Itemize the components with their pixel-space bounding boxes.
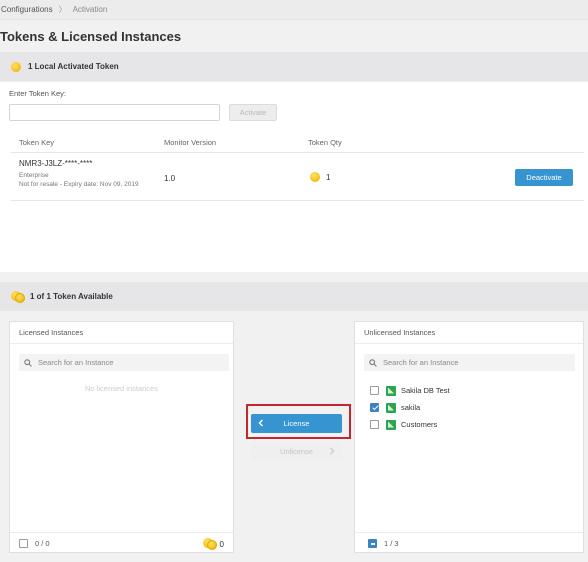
available-token-header: 1 of 1 Token Available <box>0 282 588 311</box>
coin-icon <box>11 61 21 72</box>
unlicensed-instances-title: Unlicensed Instances <box>364 328 436 337</box>
instance-checkbox[interactable] <box>370 420 379 429</box>
instance-name: Customers <box>401 420 438 429</box>
breadcrumb-configurations-link[interactable]: Configurations <box>1 5 53 14</box>
instance-icon <box>386 402 396 413</box>
license-button[interactable]: License <box>251 414 342 433</box>
unlicensed-search-placeholder: Search for an Instance <box>383 358 459 367</box>
select-all-licensed-checkbox[interactable] <box>19 539 28 548</box>
unlicensed-instances-panel: Unlicensed Instances Search for an Insta… <box>354 321 584 553</box>
licensed-search-placeholder: Search for an Instance <box>38 358 114 367</box>
table-divider <box>11 152 584 153</box>
licensed-instances-title: Licensed Instances <box>19 328 84 337</box>
token-qty-value: 1 <box>326 172 331 182</box>
local-token-header-label: 1 Local Activated Token <box>28 62 119 71</box>
local-token-header: 1 Local Activated Token <box>0 52 588 81</box>
coin-icon <box>310 172 320 182</box>
col-monitor-version: Monitor Version <box>164 138 217 147</box>
activate-button[interactable]: Activate <box>229 104 277 121</box>
available-token-header-label: 1 of 1 Token Available <box>30 292 113 301</box>
coins-icon <box>11 290 25 303</box>
chevron-left-icon <box>258 419 263 427</box>
token-section: Enter Token Key: Activate Token Key Moni… <box>0 82 588 272</box>
licensed-instances-panel: Licensed Instances Search for an Instanc… <box>9 321 234 553</box>
unlicense-button[interactable]: Unlicense <box>251 443 342 460</box>
deactivate-button[interactable]: Deactivate <box>515 169 573 186</box>
license-button-label: License <box>283 419 310 428</box>
instance-icon <box>386 385 396 396</box>
search-icon <box>369 358 377 367</box>
breadcrumb: Configurations 〉 Activation <box>0 0 588 20</box>
licensed-search-input[interactable]: Search for an Instance <box>19 354 229 371</box>
select-all-unlicensed-checkbox[interactable] <box>368 539 377 548</box>
enter-token-label: Enter Token Key: <box>9 89 66 98</box>
licensed-footer: 0 / 0 <box>19 539 50 548</box>
divider <box>355 343 583 344</box>
token-edition: Enterprise <box>19 172 49 179</box>
page-title: Tokens & Licensed Instances <box>0 29 182 44</box>
divider <box>10 343 233 344</box>
unlicensed-search-input[interactable]: Search for an Instance <box>364 354 575 371</box>
unlicensed-selected-count: 1 / 3 <box>384 539 399 548</box>
licensed-selected-count: 0 / 0 <box>35 539 50 548</box>
licensed-coin-count: 0 <box>219 539 224 549</box>
unlicensed-footer: 1 / 3 <box>368 539 399 548</box>
empty-state-text: No licensed instances <box>85 384 158 393</box>
instance-name: Sakila DB Test <box>401 386 450 395</box>
divider <box>355 532 583 533</box>
search-icon <box>24 358 32 367</box>
instance-name: sakila <box>401 403 421 412</box>
list-item[interactable]: sakila <box>370 399 450 416</box>
token-qty: 1 <box>310 172 330 182</box>
col-token-qty: Token Qty <box>308 138 342 147</box>
monitor-version-value: 1.0 <box>164 174 176 183</box>
unlicensed-instance-list: Sakila DB Test sakila Customers <box>370 382 450 433</box>
instance-icon <box>386 419 396 430</box>
token-key-input[interactable] <box>9 104 220 121</box>
licensed-token-count: 0 <box>202 538 224 550</box>
coins-icon <box>202 538 217 550</box>
table-divider <box>11 200 584 201</box>
chevron-right-icon <box>330 447 335 455</box>
divider <box>10 532 233 533</box>
instance-checkbox[interactable] <box>370 403 379 412</box>
breadcrumb-current: Activation <box>72 5 108 14</box>
unlicense-button-label: Unlicense <box>280 447 313 456</box>
instance-checkbox[interactable] <box>370 386 379 395</box>
breadcrumb-separator: 〉 <box>58 5 67 14</box>
token-key-value: NMR3-J3LZ-****-**** <box>19 159 93 168</box>
list-item[interactable]: Customers <box>370 416 450 433</box>
token-resale-note: Not for resale - Expiry date: Nov 09, 20… <box>19 181 139 188</box>
list-item[interactable]: Sakila DB Test <box>370 382 450 399</box>
col-token-key: Token Key <box>19 138 55 147</box>
